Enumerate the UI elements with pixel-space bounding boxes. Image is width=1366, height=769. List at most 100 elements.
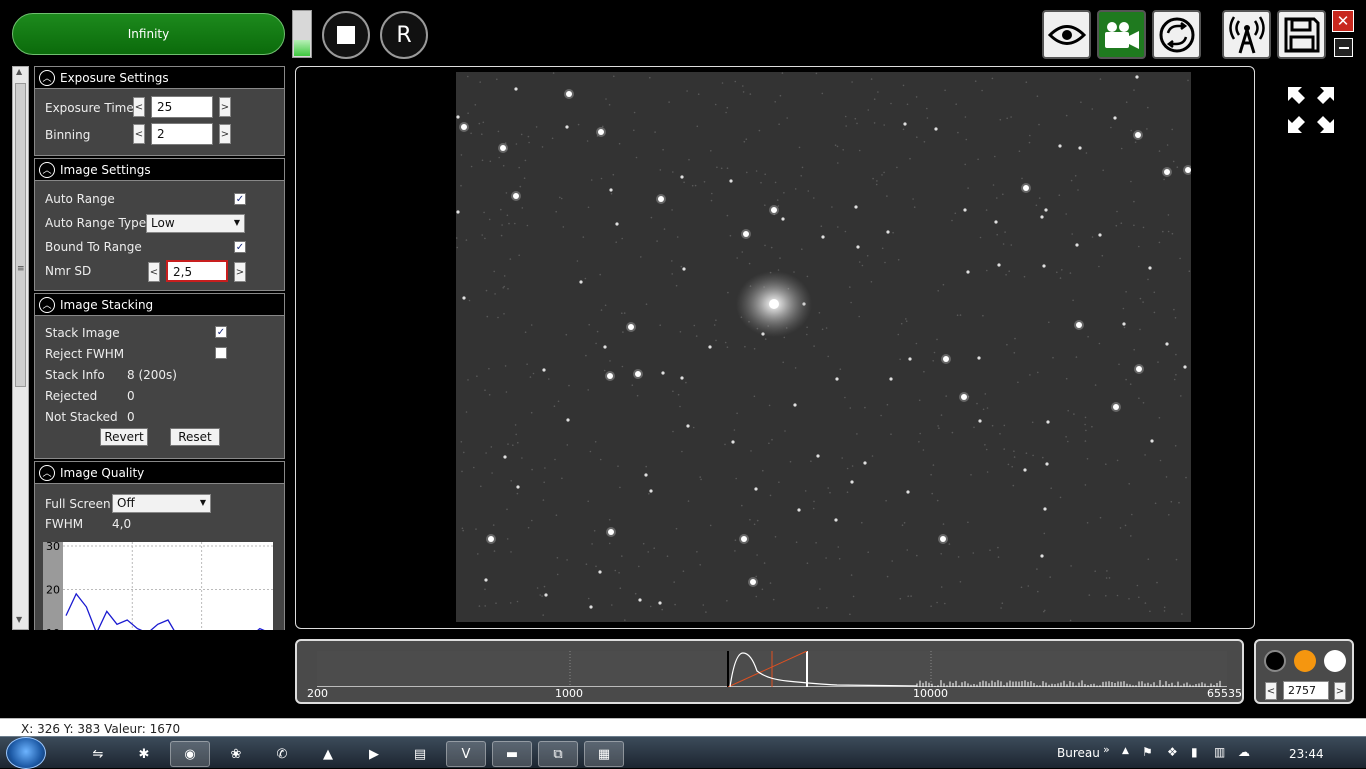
- noise-speck: [483, 211, 485, 214]
- scroll-down-icon[interactable]: ▼: [16, 615, 22, 624]
- stack-image-checkbox[interactable]: ✓: [215, 326, 227, 338]
- noise-speck: [779, 257, 781, 259]
- exposure-time-decrement[interactable]: <: [133, 97, 145, 117]
- binning-decrement[interactable]: <: [133, 124, 145, 144]
- expand-toolbar-icon[interactable]: »: [1103, 743, 1110, 756]
- save-button[interactable]: [1277, 10, 1326, 59]
- left-panel-scrollbar[interactable]: ▲ ≡ ▼: [12, 66, 29, 630]
- loop-button[interactable]: [1152, 10, 1201, 59]
- noise-speck: [1031, 421, 1034, 424]
- image-quality-header[interactable]: ︿ Image Quality: [35, 462, 284, 484]
- video-capture-button[interactable]: [1097, 10, 1146, 59]
- chrome-icon[interactable]: ◉: [170, 741, 210, 767]
- noise-speck: [559, 196, 561, 199]
- orange-swatch[interactable]: [1294, 650, 1316, 672]
- noise-speck: [556, 557, 559, 559]
- device-icon[interactable]: ▮: [1191, 745, 1198, 759]
- show-hidden-icons-icon[interactable]: ▲: [1122, 746, 1129, 756]
- noise-speck: [456, 246, 459, 249]
- noise-speck: [1120, 147, 1123, 150]
- value-decrement[interactable]: <: [1265, 682, 1277, 700]
- revert-button[interactable]: Revert: [100, 428, 148, 446]
- full-screen-select[interactable]: Off ▼: [112, 494, 211, 513]
- exposure-time-input[interactable]: 25: [151, 96, 213, 118]
- black-swatch[interactable]: [1264, 650, 1286, 672]
- clock[interactable]: 23:44: [1289, 747, 1324, 761]
- noise-speck: [1013, 456, 1016, 458]
- collapse-chevron-icon[interactable]: ︿: [39, 296, 55, 313]
- noise-speck: [777, 269, 780, 271]
- noise-speck: [587, 500, 589, 503]
- vivaldi-icon[interactable]: V: [446, 741, 486, 767]
- exposure-settings-header[interactable]: ︿ Exposure Settings: [35, 67, 284, 89]
- stop-button[interactable]: [322, 11, 370, 59]
- record-button[interactable]: R: [380, 11, 428, 59]
- noise-speck: [1144, 454, 1146, 456]
- image-viewer[interactable]: [295, 66, 1334, 630]
- document-app-icon[interactable]: ▤: [400, 741, 440, 767]
- color-app-icon[interactable]: ▦: [584, 741, 624, 767]
- scrollbar-thumb[interactable]: [15, 83, 26, 387]
- start-button[interactable]: [6, 737, 46, 769]
- camera-select-button[interactable]: Infinity: [12, 13, 285, 55]
- file-explorer-icon[interactable]: ▬: [492, 741, 532, 767]
- noise-speck: [1120, 222, 1123, 224]
- noise-speck: [944, 602, 946, 605]
- nmr-sd-decrement[interactable]: <: [148, 262, 160, 282]
- value-increment[interactable]: >: [1334, 682, 1346, 700]
- explorer-drive-icon[interactable]: ⇋: [78, 741, 118, 767]
- reset-button[interactable]: Reset: [170, 428, 220, 446]
- flag-icon[interactable]: ⚑: [1142, 745, 1153, 759]
- noise-speck: [1075, 356, 1078, 358]
- noise-speck: [1073, 413, 1075, 415]
- image-stacking-header[interactable]: ︿ Image Stacking: [35, 294, 284, 316]
- collapse-chevron-icon[interactable]: ︿: [39, 69, 55, 86]
- camera-app-icon[interactable]: ❀: [216, 741, 256, 767]
- minimize-button[interactable]: [1334, 38, 1353, 57]
- expand-arrows-icon[interactable]: [1286, 85, 1336, 135]
- cloud-icon[interactable]: ☁: [1238, 745, 1250, 759]
- noise-speck: [671, 260, 673, 262]
- star-field-image[interactable]: [455, 72, 1193, 630]
- reject-fwhm-checkbox[interactable]: [215, 347, 227, 359]
- close-button[interactable]: ✕: [1332, 10, 1354, 32]
- binning-increment[interactable]: >: [219, 124, 231, 144]
- noise-speck: [693, 324, 696, 327]
- nmr-sd-input[interactable]: 2,5: [166, 260, 228, 282]
- noise-speck: [680, 265, 683, 268]
- noise-speck: [794, 367, 797, 369]
- dropbox-icon[interactable]: ❖: [1167, 745, 1178, 759]
- noise-speck: [532, 372, 535, 375]
- noise-speck: [590, 179, 593, 181]
- vlc-icon[interactable]: ▲: [308, 741, 348, 767]
- whatsapp-icon[interactable]: ✆: [262, 741, 302, 767]
- media-player-icon[interactable]: ▶: [354, 741, 394, 767]
- settings-app-icon[interactable]: ⧉: [538, 741, 578, 767]
- binning-input[interactable]: 2: [151, 123, 213, 145]
- broadcast-button[interactable]: [1222, 10, 1271, 59]
- network-icon[interactable]: ▥: [1214, 745, 1225, 759]
- value-input[interactable]: 2757: [1283, 681, 1329, 700]
- view-button[interactable]: [1042, 10, 1091, 59]
- nmr-sd-increment[interactable]: >: [234, 262, 246, 282]
- histogram-plot[interactable]: [317, 650, 1227, 688]
- bound-to-range-checkbox[interactable]: ✓: [234, 241, 246, 253]
- auto-range-type-label: Auto Range Type: [45, 216, 147, 230]
- tray-toolbar-label[interactable]: Bureau: [1057, 746, 1100, 760]
- collapse-chevron-icon[interactable]: ︿: [39, 161, 55, 178]
- noise-speck: [1087, 335, 1089, 338]
- auto-range-checkbox[interactable]: ✓: [234, 193, 246, 205]
- noise-speck: [755, 575, 757, 578]
- noise-speck: [1136, 584, 1139, 587]
- noise-speck: [1018, 150, 1021, 152]
- scroll-up-icon[interactable]: ▲: [16, 67, 22, 76]
- collapse-chevron-icon[interactable]: ︿: [39, 464, 55, 481]
- noise-speck: [761, 588, 764, 591]
- bluetooth-icon[interactable]: ✱: [124, 741, 164, 767]
- white-swatch[interactable]: [1324, 650, 1346, 672]
- image-settings-header[interactable]: ︿ Image Settings: [35, 159, 284, 181]
- histogram-panel[interactable]: 200 1000 10000 65535: [295, 639, 1244, 704]
- noise-speck: [806, 326, 808, 329]
- auto-range-type-select[interactable]: Low ▼: [146, 214, 245, 233]
- exposure-time-increment[interactable]: >: [219, 97, 231, 117]
